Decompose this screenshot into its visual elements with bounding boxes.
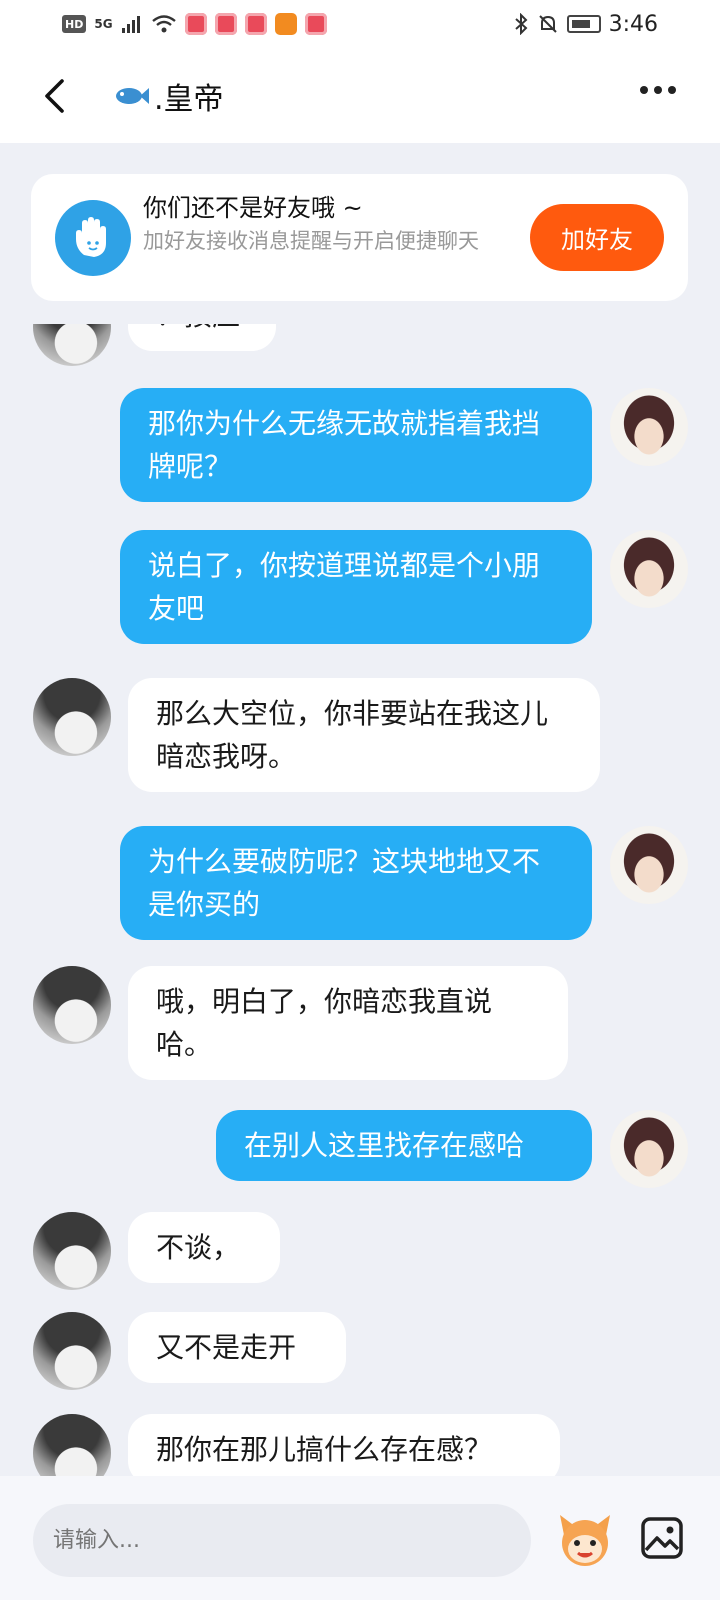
battery-icon <box>566 15 601 33</box>
input-bar <box>0 1476 720 1600</box>
message-bubble-incoming[interactable]: ？按应 <box>128 324 276 351</box>
notification-app-icon <box>184 13 207 35</box>
contact-title: .皇帝 <box>112 74 224 118</box>
back-button[interactable] <box>34 76 74 116</box>
banner-subtitle: 加好友接收消息提醒与开启便捷聊天 <box>143 229 479 253</box>
notification-app-icon <box>274 13 297 35</box>
mute-bell-icon <box>538 15 557 33</box>
clock-time: 3:46 <box>608 11 658 37</box>
contact-avatar[interactable] <box>33 678 111 756</box>
message-bubble-outgoing[interactable]: 那你为什么无缘无故就指着我挡牌呢？ <box>120 388 592 502</box>
more-dots-icon <box>668 86 676 94</box>
emoji-mascot-icon <box>560 1515 610 1566</box>
add-friend-banner: 你们还不是好友哦 ~ 加好友接收消息提醒与开启便捷聊天 加好友 <box>31 174 688 301</box>
notification-app-icon <box>214 13 237 35</box>
fish-icon <box>116 88 149 104</box>
contact-avatar[interactable] <box>33 1312 111 1390</box>
message-bubble-incoming[interactable]: 那么大空位，你非要站在我这儿 暗恋我呀。 <box>128 678 600 792</box>
message-input[interactable] <box>33 1504 531 1577</box>
self-avatar[interactable] <box>610 530 688 608</box>
chevron-left-icon <box>45 79 64 113</box>
banner-title: 你们还不是好友哦 ~ <box>143 194 363 222</box>
message-bubble-incoming[interactable]: 不谈， <box>128 1212 280 1283</box>
message-bubble-outgoing[interactable]: 在别人这里找存在感哈 <box>216 1110 592 1181</box>
contact-avatar[interactable] <box>33 1212 111 1290</box>
status-left: HD 5G <box>62 13 327 35</box>
more-dots-icon <box>654 86 662 94</box>
network-gen-label: 5G <box>94 17 113 31</box>
hd-indicator: HD <box>62 15 87 33</box>
emoji-button[interactable] <box>554 1509 616 1571</box>
message-bubble-incoming[interactable]: 哦，明白了，你暗恋我直说哈。 <box>128 966 568 1080</box>
wifi-icon <box>151 15 176 33</box>
image-icon <box>641 1517 683 1559</box>
self-avatar[interactable] <box>610 826 688 904</box>
contact-avatar[interactable] <box>33 324 111 366</box>
contact-name: .皇帝 <box>154 82 224 117</box>
bluetooth-icon <box>514 13 528 35</box>
add-friend-button[interactable]: 加好友 <box>530 204 664 271</box>
more-options-button[interactable] <box>640 86 676 94</box>
message-bubble-outgoing[interactable]: 说白了，你按道理说都是个小朋友吧 <box>120 530 592 644</box>
image-button[interactable] <box>640 1516 684 1560</box>
notification-app-icon <box>304 13 327 35</box>
message-bubble-incoming[interactable]: 又不是走开 <box>128 1312 346 1383</box>
notification-app-icon <box>244 13 267 35</box>
message-bubble-outgoing[interactable]: 为什么要破防呢？这块地地又不是你买的 <box>120 826 592 940</box>
chat-header: .皇帝 <box>0 48 720 143</box>
self-avatar[interactable] <box>610 388 688 466</box>
chat-message-list[interactable]: ？按应 那你为什么无缘无故就指着我挡牌呢？ 说白了，你按道理说都是个小朋友吧 那… <box>0 324 720 1476</box>
status-right: 3:46 <box>513 12 658 37</box>
contact-avatar[interactable] <box>33 966 111 1044</box>
status-bar: HD 5G 3:46 <box>0 0 720 48</box>
self-avatar[interactable] <box>610 1110 688 1188</box>
more-dots-icon <box>640 86 648 94</box>
message-bubble-incoming[interactable]: 那你在那儿搞什么存在感？ <box>128 1414 560 1476</box>
hand-wave-icon <box>55 200 131 276</box>
signal-icon <box>121 16 140 33</box>
contact-avatar[interactable] <box>33 1414 111 1476</box>
